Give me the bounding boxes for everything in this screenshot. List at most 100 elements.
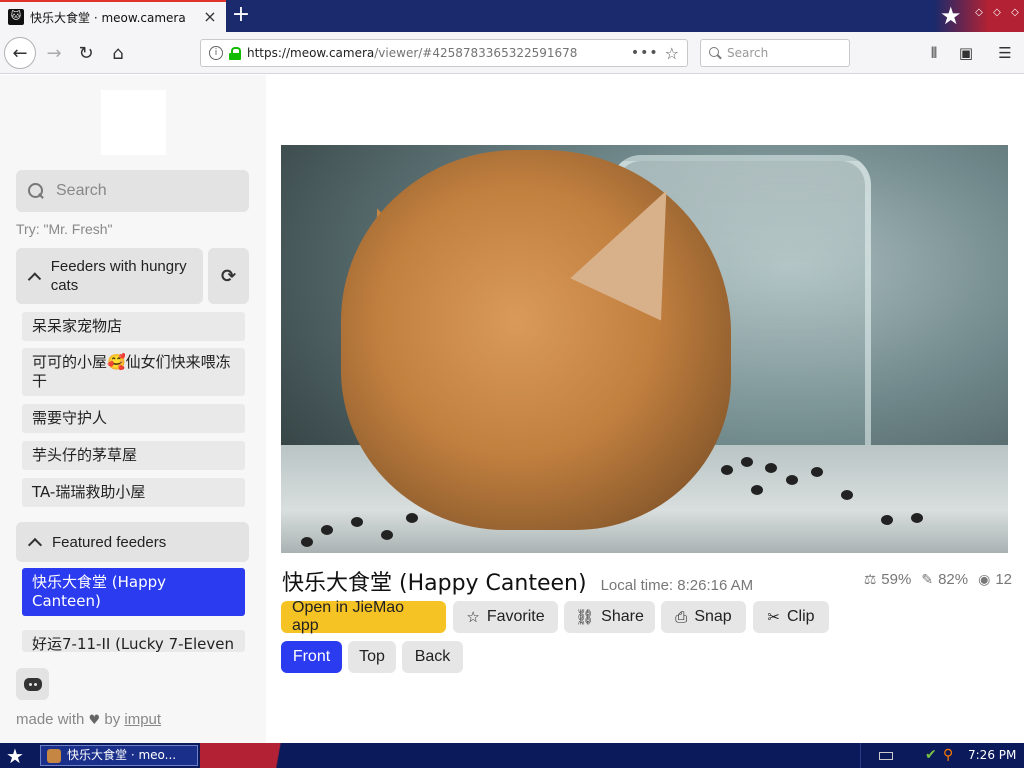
os-taskbar: ★ 快乐大食堂 · meo... ✔ ⚲ 7:26 PM — [0, 743, 1024, 768]
group-header-hungry[interactable]: Feeders with hungry cats — [16, 248, 203, 304]
feeder-item[interactable]: TA-瑞瑞救助小屋 — [22, 478, 245, 507]
food-level: ⚖ 59% — [864, 571, 912, 588]
feeder-item-selected[interactable]: 快乐大食堂 (Happy Canteen) — [22, 568, 245, 616]
info-icon[interactable]: i — [209, 46, 223, 60]
open-app-button[interactable]: Open in JieMao app — [281, 599, 446, 634]
feeder-search-placeholder: Search — [56, 182, 107, 199]
food-level-value: 59% — [881, 571, 912, 588]
reload-button[interactable]: ↻ — [70, 37, 102, 69]
treat-level-value: 82% — [938, 571, 969, 588]
view-front-label: Front — [292, 648, 331, 665]
browser-search-placeholder: Search — [727, 46, 769, 60]
credits: made with ♥ by imput — [16, 711, 161, 728]
new-tab-button[interactable]: + — [230, 4, 252, 26]
refresh-button[interactable]: ⟳ — [208, 248, 249, 304]
sidebar: Search Try: "Mr. Fresh" Feeders with hun… — [0, 75, 266, 743]
snap-button[interactable]: ⎙ Snap — [661, 601, 746, 633]
camera-title-row: 快乐大食堂 (Happy Canteen) Local time: 8:26:1… — [282, 565, 1012, 597]
bookmark-star-icon[interactable]: ☆ — [665, 44, 679, 63]
share-label: Share — [601, 608, 644, 625]
app-icon — [47, 749, 61, 763]
address-bar[interactable]: i https://meow.camera/viewer/#4258783365… — [200, 39, 688, 67]
view-top-button[interactable]: Top — [348, 641, 396, 673]
chevron-up-icon — [27, 537, 43, 552]
search-hint: Try: "Mr. Fresh" — [16, 221, 113, 237]
open-app-label: Open in JieMao app — [292, 599, 405, 634]
page-actions-icon[interactable]: ••• — [631, 45, 659, 61]
heart-icon: ♥ — [88, 713, 101, 728]
bone-icon: ✎ — [921, 571, 934, 588]
cat-favicon-icon: 🐱 — [8, 9, 24, 25]
clock: 7:26 PM — [968, 748, 1017, 762]
group-label: Featured feeders — [52, 533, 167, 551]
close-tab-icon[interactable]: × — [202, 9, 218, 25]
camera-title: 快乐大食堂 (Happy Canteen) — [282, 571, 587, 596]
scissors-icon: ✂ — [767, 608, 780, 626]
back-button[interactable]: ← — [4, 37, 36, 69]
camera-icon: ⎙ — [675, 608, 688, 626]
page: Search Try: "Mr. Fresh" Feeders with hun… — [0, 75, 1024, 743]
view-back-button[interactable]: Back — [402, 641, 463, 673]
view-front-button[interactable]: Front — [281, 641, 342, 673]
treat-level: ✎ 82% — [921, 571, 968, 588]
feeder-item[interactable]: 呆呆家宠物店 — [22, 312, 245, 341]
discord-button[interactable] — [16, 668, 49, 700]
start-button[interactable]: ★ — [6, 744, 24, 768]
taskbar-window-button[interactable]: 快乐大食堂 · meo... — [40, 745, 198, 766]
camera-video[interactable] — [281, 145, 1008, 553]
eye-icon: ◉ — [978, 571, 991, 588]
tab-strip: ★ 🐱 快乐大食堂 · meow.camera × + ◇ ◇ ◇ — [0, 0, 1024, 32]
clip-label: Clip — [787, 608, 815, 625]
system-tray: ✔ ⚲ 7:26 PM — [860, 743, 1024, 768]
clip-button[interactable]: ✂ Clip — [753, 601, 829, 633]
discord-icon — [23, 677, 42, 691]
search-icon[interactable]: ⚲ — [943, 747, 953, 763]
feeder-item[interactable]: 芋头仔的茅草屋 — [22, 441, 245, 470]
task-title: 快乐大食堂 · meo... — [67, 748, 177, 762]
url-path: /viewer/#4258783365322591678 — [374, 46, 578, 60]
viewer-count: ◉ 12 — [978, 571, 1012, 588]
keyboard-icon[interactable] — [879, 752, 893, 760]
sidebar-toggle-icon[interactable]: ▣ — [957, 44, 975, 62]
url-text[interactable]: https://meow.camera/viewer/#425878336532… — [247, 46, 625, 60]
view-back-label: Back — [414, 648, 451, 665]
search-icon — [28, 183, 44, 199]
tab-title: 快乐大食堂 · meow.camera — [30, 10, 186, 25]
navigation-bar: ← → ↻ ⌂ i https://meow.camera/viewer/#42… — [0, 32, 1024, 74]
minimize-icon[interactable]: ◇ — [972, 6, 986, 20]
site-logo — [101, 90, 166, 155]
favorite-label: Favorite — [486, 608, 545, 625]
author-link[interactable]: imput — [124, 711, 161, 728]
network-icon[interactable]: ✔ — [925, 747, 937, 763]
refresh-icon: ⟳ — [220, 265, 237, 287]
forward-button[interactable]: → — [38, 37, 70, 69]
browser-search-input[interactable]: Search — [700, 39, 850, 67]
group-label: Feeders with hungry cats — [50, 258, 187, 294]
close-window-icon[interactable]: ◇ — [1008, 6, 1022, 20]
link-icon: ⛓ — [575, 608, 595, 626]
library-icon[interactable]: ⫴ — [925, 44, 943, 62]
lock-icon[interactable] — [229, 47, 241, 60]
local-time: Local time: 8:26:16 AM — [600, 577, 754, 594]
favorite-button[interactable]: ☆ Favorite — [453, 601, 558, 633]
feeder-item[interactable]: 好运7-11-II (Lucky 7-Eleven — [22, 630, 245, 652]
feeder-search-input[interactable]: Search — [16, 170, 249, 212]
viewer-count-value: 12 — [995, 571, 1012, 588]
feeder-item[interactable]: 可可的小屋🥰仙女们快来喂冻干 — [22, 348, 245, 396]
menu-icon[interactable]: ☰ — [996, 44, 1014, 62]
maximize-icon[interactable]: ◇ — [990, 6, 1004, 20]
share-button[interactable]: ⛓ Share — [564, 601, 655, 633]
home-button[interactable]: ⌂ — [102, 37, 134, 69]
taskbar-decoration — [200, 743, 310, 768]
food-bag-icon: ⚖ — [863, 571, 877, 588]
star-icon: ☆ — [466, 608, 480, 626]
snap-label: Snap — [694, 608, 732, 625]
camera-stats: ⚖ 59% ✎ 82% ◉ 12 — [864, 571, 1012, 588]
browser-tab[interactable]: 🐱 快乐大食堂 · meow.camera × — [0, 0, 226, 32]
view-top-label: Top — [359, 648, 385, 665]
search-icon — [709, 47, 721, 59]
url-host: https://meow.camera — [247, 46, 375, 60]
feeder-item[interactable]: 需要守护人 — [22, 404, 245, 433]
star-icon: ★ — [940, 2, 962, 30]
group-header-featured[interactable]: Featured feeders — [16, 522, 249, 562]
